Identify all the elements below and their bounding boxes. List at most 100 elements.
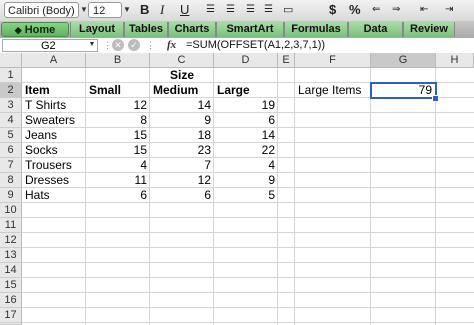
row-header-7[interactable]: 7	[0, 158, 22, 173]
home-icon: ◆	[14, 25, 22, 35]
chevron-down-icon[interactable]: ▼	[86, 38, 98, 52]
large-value-cell[interactable]: 6	[214, 113, 278, 128]
font-size-select[interactable]: 12	[88, 2, 122, 18]
large-value-cell[interactable]: 4	[214, 158, 278, 173]
row-header-5[interactable]: 5	[0, 128, 22, 143]
confirm-icon[interactable]: ✓	[128, 39, 140, 51]
font-name-select[interactable]: Calibri (Body)	[4, 2, 79, 18]
percent-button[interactable]: %	[349, 2, 361, 18]
formula-input[interactable]: =SUM(OFFSET(A1,2,3,7,1))	[186, 38, 325, 53]
cancel-icon[interactable]: ✕	[112, 39, 124, 51]
column-header-h[interactable]: H	[436, 53, 474, 68]
column-header-g[interactable]: G	[371, 53, 436, 68]
row-header-13[interactable]: 13	[0, 248, 22, 263]
item-name-cell[interactable]: Sweaters	[22, 113, 86, 128]
medium-value-cell[interactable]: 6	[150, 188, 214, 203]
row-header-3[interactable]: 3	[0, 98, 22, 113]
tab-home[interactable]: ◆ Home	[1, 22, 69, 37]
row-header-9[interactable]: 9	[0, 188, 22, 203]
merge-cells-icon[interactable]: ▭	[283, 2, 293, 18]
tab-charts[interactable]: Charts	[168, 22, 216, 37]
item-name-cell[interactable]: Hats	[22, 188, 86, 203]
name-box[interactable]: G2	[2, 39, 98, 52]
column-header-c[interactable]: C	[150, 53, 214, 68]
fill-handle[interactable]	[432, 95, 439, 102]
row-header-17[interactable]: 17	[0, 308, 22, 323]
increase-decimal-icon[interactable]: ⇐	[372, 2, 380, 18]
header-item[interactable]: Item	[22, 83, 86, 98]
increase-indent-icon[interactable]: ⇥	[445, 2, 453, 18]
justify-icon[interactable]: ☰	[264, 2, 273, 18]
grid-line	[435, 68, 436, 325]
item-name-cell[interactable]: Socks	[22, 143, 86, 158]
header-medium[interactable]: Medium	[150, 83, 214, 98]
column-header-f[interactable]: F	[295, 53, 371, 68]
tab-smartart[interactable]: SmartArt	[216, 22, 284, 37]
size-title-cell[interactable]: Size	[150, 68, 214, 83]
italic-button[interactable]: I	[160, 2, 164, 18]
small-value-cell[interactable]: 6	[86, 188, 150, 203]
small-value-cell[interactable]: 11	[86, 173, 150, 188]
select-all-corner[interactable]	[0, 53, 22, 68]
item-name-cell[interactable]: T Shirts	[22, 98, 86, 113]
column-header-d[interactable]: D	[214, 53, 278, 68]
formula-bar: G2 ▼ ⋮ ✕ ✓ ⋮ fx =SUM(OFFSET(A1,2,3,7,1))	[0, 38, 474, 54]
row-header-12[interactable]: 12	[0, 233, 22, 248]
tab-review[interactable]: Review	[403, 22, 455, 37]
formatting-toolbar: Calibri (Body) ▼ 12 ▼ B I U ☰ ☰ ☰ ☰ ▭ $ …	[0, 0, 474, 22]
medium-value-cell[interactable]: 14	[150, 98, 214, 113]
row-header-2[interactable]: 2	[0, 83, 22, 98]
medium-value-cell[interactable]: 12	[150, 173, 214, 188]
drag-handle-icon[interactable]: ⋮	[103, 40, 112, 51]
row-header-15[interactable]: 15	[0, 278, 22, 293]
medium-value-cell[interactable]: 9	[150, 113, 214, 128]
row-header-11[interactable]: 11	[0, 218, 22, 233]
column-header-a[interactable]: A	[22, 53, 86, 68]
column-header-b[interactable]: B	[86, 53, 150, 68]
item-name-cell[interactable]: Jeans	[22, 128, 86, 143]
currency-button[interactable]: $	[329, 2, 336, 18]
row-header-10[interactable]: 10	[0, 203, 22, 218]
small-value-cell[interactable]: 12	[86, 98, 150, 113]
large-value-cell[interactable]: 22	[214, 143, 278, 158]
ribbon-tabs: ◆ Home Layout Tables Charts SmartArt For…	[0, 21, 474, 39]
decrease-decimal-icon[interactable]: ⇒	[392, 2, 400, 18]
large-items-label[interactable]: Large Items	[295, 83, 371, 98]
medium-value-cell[interactable]: 23	[150, 143, 214, 158]
large-value-cell[interactable]: 5	[214, 188, 278, 203]
item-name-cell[interactable]: Dresses	[22, 173, 86, 188]
align-center-icon[interactable]: ☰	[226, 2, 235, 18]
tab-layout[interactable]: Layout	[70, 22, 124, 37]
small-value-cell[interactable]: 4	[86, 158, 150, 173]
large-value-cell[interactable]: 19	[214, 98, 278, 113]
row-header-4[interactable]: 4	[0, 113, 22, 128]
decrease-indent-icon[interactable]: ⇤	[420, 2, 428, 18]
align-right-icon[interactable]: ☰	[246, 2, 255, 18]
bold-button[interactable]: B	[140, 2, 149, 18]
function-icon[interactable]: fx	[167, 38, 176, 53]
header-small[interactable]: Small	[86, 83, 150, 98]
medium-value-cell[interactable]: 7	[150, 158, 214, 173]
column-header-e[interactable]: E	[278, 53, 295, 68]
large-value-cell[interactable]: 9	[214, 173, 278, 188]
row-header-8[interactable]: 8	[0, 173, 22, 188]
row-header-1[interactable]: 1	[0, 68, 22, 83]
small-value-cell[interactable]: 15	[86, 128, 150, 143]
small-value-cell[interactable]: 8	[86, 113, 150, 128]
tab-formulas[interactable]: Formulas	[284, 22, 348, 37]
large-value-cell[interactable]: 14	[214, 128, 278, 143]
row-header-14[interactable]: 14	[0, 263, 22, 278]
underline-button[interactable]: U	[180, 2, 189, 18]
item-name-cell[interactable]: Trousers	[22, 158, 86, 173]
align-left-icon[interactable]: ☰	[206, 2, 215, 18]
row-header-16[interactable]: 16	[0, 293, 22, 308]
medium-value-cell[interactable]: 18	[150, 128, 214, 143]
header-large[interactable]: Large	[214, 83, 278, 98]
tab-tables[interactable]: Tables	[124, 22, 168, 37]
tab-data[interactable]: Data	[348, 22, 403, 37]
small-value-cell[interactable]: 15	[86, 143, 150, 158]
row-header-6[interactable]: 6	[0, 143, 22, 158]
drag-handle-icon[interactable]: ⋮	[146, 40, 155, 51]
large-items-result-cell[interactable]: 79	[370, 82, 437, 99]
chevron-down-icon[interactable]: ▼	[121, 2, 133, 18]
